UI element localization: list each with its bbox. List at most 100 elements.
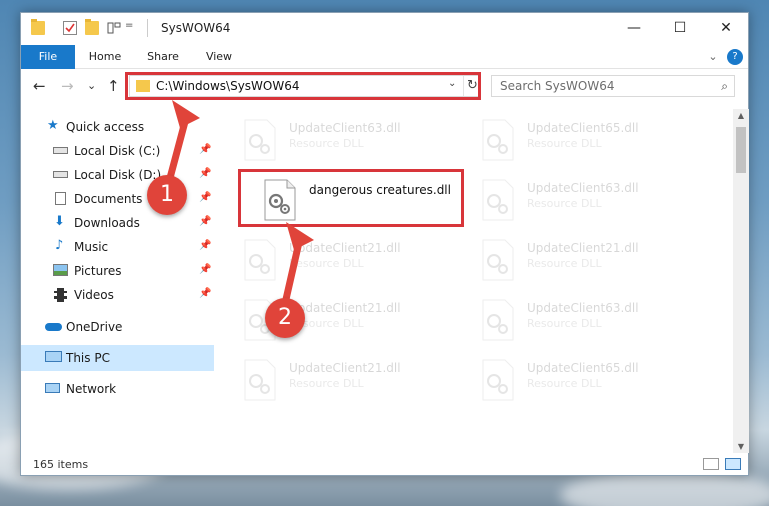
sidebar-item-network[interactable]: Network xyxy=(21,377,214,401)
list-item[interactable]: UpdateClient63.dll Resource DLL xyxy=(243,115,473,167)
list-item[interactable]: UpdateClient65.dll Resource DLL xyxy=(481,115,711,167)
sidebar-item-label: Documents xyxy=(74,192,143,206)
qat-customize-icon[interactable] xyxy=(107,21,121,35)
properties-icon[interactable] xyxy=(63,21,77,35)
music-icon: ♪ xyxy=(55,238,64,253)
list-item[interactable]: UpdateClient63.dll Resource DLL xyxy=(481,175,711,227)
sidebar-item-onedrive[interactable]: OneDrive xyxy=(21,315,214,339)
sidebar-item-quick-access[interactable]: ★ Quick access xyxy=(21,115,214,139)
dll-file-icon xyxy=(482,359,514,401)
scroll-up-icon[interactable]: ▲ xyxy=(733,111,749,120)
list-item[interactable]: UpdateClient63.dll Resource DLL xyxy=(481,295,711,347)
search-icon[interactable]: ⌕ xyxy=(721,79,728,94)
dll-file-icon xyxy=(482,179,514,221)
sidebar-item-label: Local Disk (C:) xyxy=(74,144,161,158)
sidebar-item-local-disk-c[interactable]: Local Disk (C:) 📌 xyxy=(21,139,214,163)
details-view-icon[interactable] xyxy=(703,458,719,470)
back-button[interactable]: ← xyxy=(33,77,46,95)
close-button[interactable]: ✕ xyxy=(703,13,749,43)
list-item[interactable]: UpdateClient65.dll Resource DLL xyxy=(481,355,711,407)
file-type: Resource DLL xyxy=(527,137,602,150)
step-badge-1: 1 xyxy=(147,175,187,215)
step-badge-2: 2 xyxy=(265,298,305,338)
list-item[interactable]: UpdateClient21.dll Resource DLL xyxy=(243,355,473,407)
tab-home[interactable]: Home xyxy=(81,45,129,69)
scroll-down-icon[interactable]: ▼ xyxy=(733,442,749,451)
tab-view[interactable]: View xyxy=(197,45,241,69)
cloud-icon xyxy=(45,323,62,331)
minimize-button[interactable]: — xyxy=(611,13,657,43)
pin-icon[interactable]: 📌 xyxy=(199,168,211,179)
file-name: UpdateClient21.dll xyxy=(289,241,401,255)
list-item[interactable]: UpdateClient21.dll Resource DLL xyxy=(481,235,711,287)
pin-icon[interactable]: 📌 xyxy=(199,264,211,275)
pictures-icon xyxy=(53,264,68,276)
sidebar-item-label: OneDrive xyxy=(66,320,123,334)
title-divider xyxy=(147,19,148,37)
sidebar-item-label: Network xyxy=(66,382,117,396)
search-placeholder: Search SysWOW64 xyxy=(500,79,615,93)
tab-file[interactable]: File xyxy=(21,45,75,69)
ribbon-tabs: File Home Share View ⌄ ? xyxy=(21,45,748,69)
pin-icon[interactable]: 📌 xyxy=(199,216,211,227)
dll-file-icon xyxy=(244,239,276,281)
file-highlight-box xyxy=(238,169,464,227)
help-icon[interactable]: ? xyxy=(727,49,743,65)
search-input[interactable]: Search SysWOW64 ⌕ xyxy=(491,75,735,97)
dll-file-icon xyxy=(482,239,514,281)
vertical-scrollbar[interactable]: ▲ ▼ xyxy=(733,109,749,453)
large-icons-view-icon[interactable] xyxy=(725,458,741,470)
scrollbar-thumb[interactable] xyxy=(736,127,746,173)
address-highlight-box xyxy=(125,72,481,100)
sidebar-item-this-pc[interactable]: This PC xyxy=(21,345,214,371)
qat-dropdown-icon[interactable]: = xyxy=(125,20,139,34)
sidebar-item-pictures[interactable]: Pictures 📌 xyxy=(21,259,214,283)
forward-button[interactable]: → xyxy=(61,77,74,95)
up-button[interactable]: ↑ xyxy=(107,77,120,95)
file-list: UpdateClient63.dll Resource DLL UpdateCl… xyxy=(231,109,733,453)
file-name: UpdateClient63.dll xyxy=(289,121,401,135)
sidebar-item-label: Pictures xyxy=(74,264,122,278)
file-type: Resource DLL xyxy=(527,317,602,330)
dll-file-icon xyxy=(244,119,276,161)
navigation-pane: ★ Quick access Local Disk (C:) 📌 Local D… xyxy=(21,109,214,453)
file-type: Resource DLL xyxy=(527,257,602,270)
documents-icon xyxy=(55,192,66,205)
sidebar-item-label: Videos xyxy=(74,288,114,302)
pin-icon[interactable]: 📌 xyxy=(199,192,211,203)
file-type: Resource DLL xyxy=(527,197,602,210)
pin-icon[interactable]: 📌 xyxy=(199,240,211,251)
star-icon: ★ xyxy=(47,118,59,133)
sidebar-item-downloads[interactable]: ⬇ Downloads 📌 xyxy=(21,211,214,235)
sidebar-item-label: Music xyxy=(74,240,109,254)
new-folder-icon[interactable] xyxy=(85,19,99,35)
dll-file-icon xyxy=(244,359,276,401)
title-bar: = SysWOW64 — ☐ ✕ xyxy=(21,13,748,45)
file-name: UpdateClient65.dll xyxy=(527,361,639,375)
maximize-button[interactable]: ☐ xyxy=(657,13,703,43)
sidebar-item-label: Downloads xyxy=(74,216,140,230)
file-name: UpdateClient63.dll xyxy=(527,301,639,315)
drive-icon xyxy=(53,147,68,154)
network-icon xyxy=(45,383,60,393)
pin-icon[interactable]: 📌 xyxy=(199,144,211,155)
list-item[interactable]: UpdateClient21.dll Resource DLL xyxy=(243,235,473,287)
recent-locations-button[interactable]: ⌄ xyxy=(87,79,96,92)
pin-icon[interactable]: 📌 xyxy=(199,288,211,299)
tab-share[interactable]: Share xyxy=(139,45,187,69)
sidebar-item-label: Quick access xyxy=(66,120,145,134)
computer-icon xyxy=(45,351,62,362)
sidebar-item-local-disk-d[interactable]: Local Disk (D:) 📌 xyxy=(21,163,214,187)
items-count: 165 items xyxy=(33,458,89,471)
file-name: UpdateClient21.dll xyxy=(527,241,639,255)
sidebar-item-music[interactable]: ♪ Music 📌 xyxy=(21,235,214,259)
ribbon-expand-icon[interactable]: ⌄ xyxy=(705,45,721,69)
file-type: Resource DLL xyxy=(289,257,364,270)
sidebar-item-videos[interactable]: Videos 📌 xyxy=(21,283,214,307)
file-type: Resource DLL xyxy=(527,377,602,390)
folder-icon[interactable] xyxy=(31,19,45,35)
file-type: Resource DLL xyxy=(289,137,364,150)
file-type: Resource DLL xyxy=(289,377,364,390)
file-name: UpdateClient21.dll xyxy=(289,361,401,375)
file-name: UpdateClient65.dll xyxy=(527,121,639,135)
